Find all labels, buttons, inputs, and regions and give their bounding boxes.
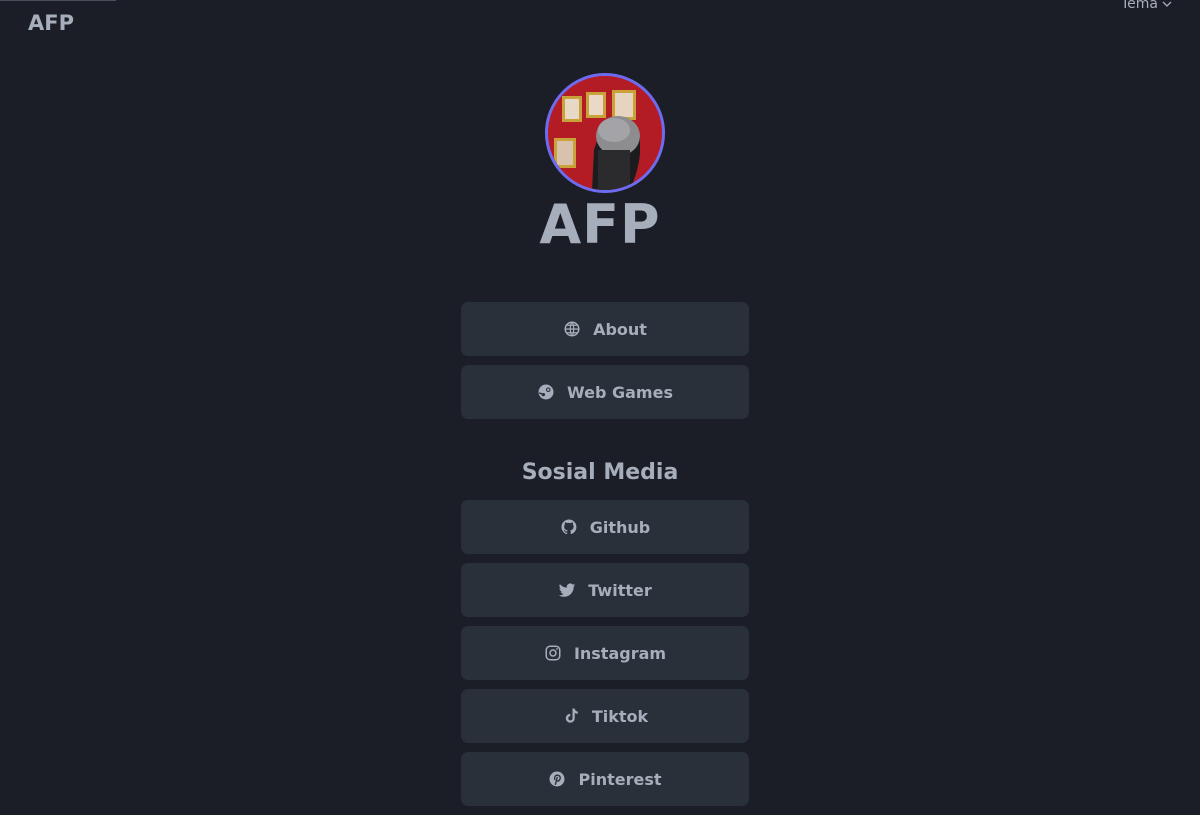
twitter-label: Twitter: [588, 580, 652, 600]
about-label: About: [593, 319, 647, 339]
avatar: [545, 73, 665, 193]
web-games-button[interactable]: Web Games: [461, 365, 749, 419]
instagram-label: Instagram: [573, 643, 667, 663]
steam-icon: [537, 383, 555, 401]
pinterest-button[interactable]: Pinterest: [461, 752, 749, 806]
social-links: Github Twitter Instagram Tiktok Pinteres…: [461, 500, 749, 815]
avatar-image: [548, 76, 662, 190]
twitter-button[interactable]: Twitter: [461, 563, 749, 617]
chevron-down-icon: [1162, 1, 1172, 7]
main-links: About Web Games: [461, 302, 749, 428]
globe-icon: [563, 320, 581, 338]
pinterest-label: Pinterest: [578, 769, 662, 789]
top-divider: [0, 0, 116, 1]
about-button[interactable]: About: [461, 302, 749, 356]
twitter-icon: [558, 581, 576, 599]
theme-label: Tema: [1120, 0, 1158, 12]
tiktok-icon: [562, 707, 580, 725]
pinterest-icon: [548, 770, 566, 788]
tiktok-button[interactable]: Tiktok: [461, 689, 749, 743]
github-button[interactable]: Github: [461, 500, 749, 554]
brand-logo-link[interactable]: AFP: [28, 11, 74, 35]
profile-name: AFP: [539, 193, 661, 256]
social-media-title: Sosial Media: [521, 460, 679, 485]
tiktok-label: Tiktok: [591, 706, 649, 726]
theme-dropdown[interactable]: Tema: [1121, 0, 1172, 12]
github-icon: [560, 518, 578, 536]
instagram-button[interactable]: Instagram: [461, 626, 749, 680]
instagram-icon: [544, 644, 562, 662]
web-games-label: Web Games: [567, 382, 673, 402]
github-label: Github: [589, 517, 651, 537]
